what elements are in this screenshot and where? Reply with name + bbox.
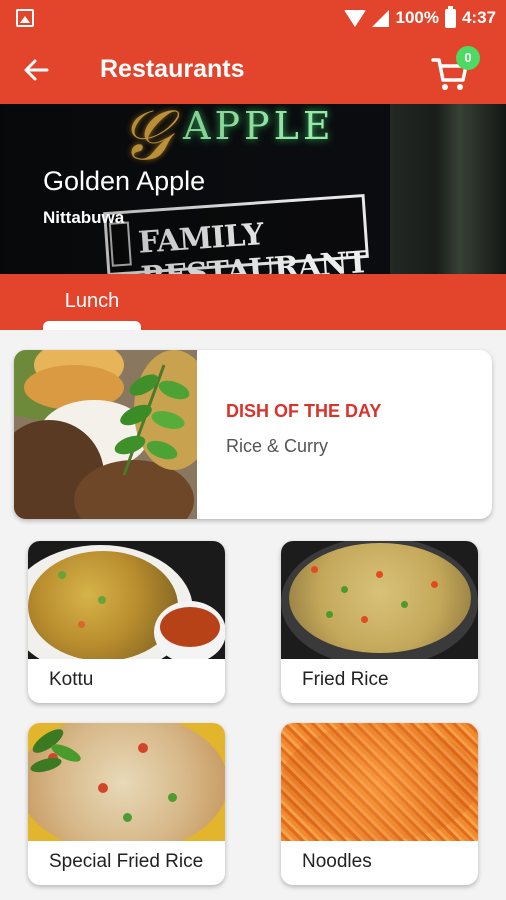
fried-rice-image [281,541,478,659]
menu-content: DISH OF THE DAY Rice & Curry Kottu Fried… [0,330,506,900]
garnish-herb [30,729,81,773]
dish-of-the-day-card[interactable]: DISH OF THE DAY Rice & Curry [14,350,492,519]
restaurant-hero-image: 𝒢 APPLE FAMILY RESTAURANT Golden Apple N… [0,104,506,274]
menu-item-fried-rice[interactable]: Fried Rice [281,541,478,703]
menu-item-name: Fried Rice [302,669,389,690]
rice-and-curry-image [14,350,197,519]
curry-leaves-garnish [114,364,190,476]
menu-item-name: Kottu [49,669,94,690]
clock: 4:37 [461,8,496,27]
menu-item-name: Special Fried Rice [49,851,204,872]
restaurant-name: Golden Apple [43,166,206,196]
page-title: Restaurants [100,55,245,83]
arrow-left-icon [24,59,49,81]
dish-of-the-day-name: Rice & Curry [226,436,329,456]
cart-count-badge: 0 [456,46,480,70]
battery-percent: 100% [395,8,439,27]
back-button[interactable] [18,54,54,86]
kottu-image [28,541,225,659]
signal-icon [372,9,390,27]
app-bar: Restaurants 0 [0,36,506,104]
battery-icon [444,5,456,28]
menu-item-noodles[interactable]: Noodles [281,723,478,885]
menu-item-name: Noodles [302,851,372,872]
cart-button[interactable]: 0 [430,46,480,96]
tab-selected-indicator [43,321,141,330]
menu-item-special-fried-rice[interactable]: Special Fried Rice [28,723,225,885]
dish-of-the-day-label: DISH OF THE DAY [226,401,382,421]
menu-item-kottu[interactable]: Kottu [28,541,225,703]
restaurant-location: Nittabuwa [43,208,125,227]
special-fried-rice-image [28,723,225,841]
noodles-image [281,723,478,841]
menu-tab-bar: Lunch [0,274,506,330]
status-bar: 100% 4:37 [0,0,506,36]
gallery-notification-icon [16,9,34,27]
wifi-icon [344,9,367,27]
status-icons: 100% 4:37 [344,5,496,30]
